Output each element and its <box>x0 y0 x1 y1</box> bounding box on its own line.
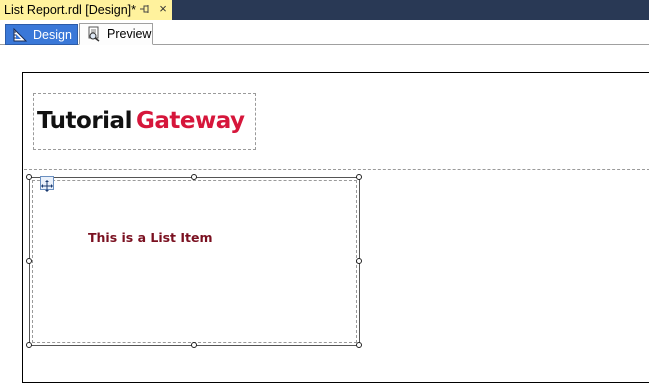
logo: Tutorial Gateway <box>37 108 245 134</box>
design-ruler-icon <box>12 27 28 43</box>
close-icon[interactable]: × <box>157 2 169 16</box>
resize-handle-top-left[interactable] <box>26 174 32 180</box>
resize-handle-middle-left[interactable] <box>26 258 32 264</box>
move-handle-icon[interactable] <box>40 176 54 192</box>
document-tab[interactable]: List Report.rdl [Design]* × <box>0 0 172 20</box>
page-header-separator <box>24 169 649 170</box>
resize-handle-bottom-right[interactable] <box>356 342 362 348</box>
resize-handle-top-right[interactable] <box>356 174 362 180</box>
logo-part-2: Gateway <box>135 108 245 134</box>
resize-handle-bottom-left[interactable] <box>26 342 32 348</box>
pin-icon[interactable] <box>139 3 151 15</box>
list-item-inner <box>32 180 357 343</box>
list-item-container[interactable]: This is a List Item <box>29 177 360 346</box>
design-canvas[interactable]: Tutorial Gateway This is a List Item <box>0 48 649 384</box>
document-tab-strip: List Report.rdl [Design]* × <box>0 0 649 20</box>
view-tabs: Design Preview <box>0 20 649 48</box>
report-body[interactable]: Tutorial Gateway This is a List Item <box>22 72 649 383</box>
tab-design-label: Design <box>33 27 72 42</box>
document-tab-title: List Report.rdl [Design]* <box>4 3 137 17</box>
resize-handle-middle-right[interactable] <box>356 258 362 264</box>
resize-handle-bottom-center[interactable] <box>191 342 197 348</box>
logo-part-1: Tutorial <box>37 108 132 134</box>
resize-handle-top-center[interactable] <box>191 174 197 180</box>
tab-preview[interactable]: Preview <box>79 23 153 45</box>
list-item-textbox[interactable]: This is a List Item <box>88 230 213 245</box>
logo-image-box[interactable]: Tutorial Gateway <box>33 93 256 150</box>
tab-design[interactable]: Design <box>5 24 78 45</box>
tab-preview-label: Preview <box>107 27 152 41</box>
preview-icon <box>86 26 102 42</box>
